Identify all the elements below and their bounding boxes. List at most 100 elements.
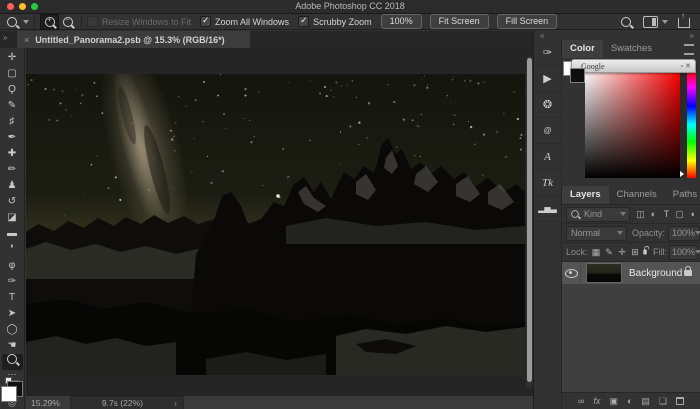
hue-slider-marker[interactable]	[680, 171, 684, 177]
layer-visibility-cell[interactable]	[562, 262, 581, 284]
fill-screen-button[interactable]: Fill Screen	[497, 14, 558, 29]
layers-panel: Layers Channels Paths Kind ◫ ◐ T ▢ ◖	[562, 186, 700, 409]
fill-dropdown[interactable]: 100%	[669, 245, 698, 260]
filter-pixel-layers-icon[interactable]: ◫	[634, 209, 647, 220]
new-layer-icon[interactable]: ❏	[659, 396, 667, 407]
history-brush-tool[interactable]: ↺	[2, 194, 23, 210]
eraser-tool[interactable]: ◪	[2, 210, 23, 226]
layers-panel-footer: ∞ fx ▣ ◐ ▤ ❏	[562, 392, 700, 409]
search-icon[interactable]	[621, 17, 631, 27]
filter-adjustment-layers-icon[interactable]: ◐	[647, 209, 660, 219]
new-group-icon[interactable]: ▤	[641, 396, 650, 407]
resize-windows-checkbox[interactable]: Resize Windows to Fit	[87, 16, 191, 27]
vertical-scrollbar[interactable]	[526, 56, 533, 388]
move-tool[interactable]: ✛	[2, 50, 23, 66]
foreground-color-swatch[interactable]	[1, 386, 17, 402]
hue-slider[interactable]	[687, 71, 696, 178]
zoom-100-button[interactable]: 100%	[381, 14, 422, 29]
filter-smart-objects-icon[interactable]: ◖	[686, 209, 699, 219]
filter-type-layers-icon[interactable]: T	[660, 209, 673, 219]
status-chevron-icon[interactable]: ›	[174, 398, 177, 408]
tab-color[interactable]: Color	[562, 40, 603, 58]
lock-position-icon[interactable]: ✛	[616, 247, 629, 258]
zoom-tool[interactable]	[2, 354, 23, 370]
status-zoom-level[interactable]: 15.29%	[31, 398, 60, 408]
spot-healing-brush-tool[interactable]: ✚	[2, 146, 23, 162]
status-info-field[interactable]: 9.7s (22%) ›	[70, 396, 184, 409]
path-selection-tool[interactable]: ➤	[2, 306, 23, 322]
dodge-tool[interactable]: φ	[2, 258, 23, 274]
canvas-area[interactable]	[26, 48, 533, 395]
document-image[interactable]	[26, 74, 525, 375]
filter-shape-layers-icon[interactable]: ▢	[673, 209, 686, 220]
collapse-panels-icon[interactable]: »	[690, 31, 694, 40]
lasso-tool[interactable]: Ϙ	[2, 82, 23, 98]
tools-panel: ✛ ▢ Ϙ ✎ ♯ ✒ ✚ ✏ ♟ ↺ ◪ ▬ ❜ φ ✑ T ➤ ◯ ☚ ⋯ …	[0, 48, 25, 409]
histogram-panel-icon[interactable]: ▂▅▃	[534, 196, 561, 222]
window-title: Adobe Photoshop CC 2018	[0, 0, 700, 13]
document-tab[interactable]: × Untitled_Panorama2.psb @ 15.3% (RGB/16…	[17, 31, 250, 48]
rectangular-marquee-tool[interactable]: ▢	[2, 66, 23, 82]
crop-tool[interactable]: ♯	[2, 114, 23, 130]
toolbar-collapse-icon[interactable]: »	[3, 33, 7, 42]
foreground-background-swatches[interactable]	[1, 386, 23, 397]
tab-paths[interactable]: Paths	[665, 186, 700, 204]
close-tab-icon[interactable]: ×	[24, 35, 29, 45]
delete-layer-icon[interactable]	[676, 397, 684, 405]
opacity-dropdown[interactable]: 100%	[668, 226, 700, 241]
fit-screen-button[interactable]: Fit Screen	[430, 14, 489, 29]
zoom-in-button[interactable]: +	[40, 14, 59, 30]
close-window-icon[interactable]: ✕	[685, 62, 691, 70]
character-styles-panel-icon[interactable]: @	[534, 118, 561, 144]
zoom-out-button[interactable]: −	[59, 15, 76, 29]
layers-list-empty-area[interactable]	[562, 284, 700, 392]
link-layers-icon[interactable]: ∞	[578, 396, 584, 406]
hand-tool[interactable]: ☚	[2, 338, 23, 354]
gradient-tool[interactable]: ▬	[2, 226, 23, 242]
collapse-icon-column-icon[interactable]: «	[540, 31, 544, 40]
type-tool[interactable]: T	[2, 290, 23, 306]
glyphs-panel-icon[interactable]: A	[534, 144, 561, 170]
zoom-tool-icon[interactable]	[7, 17, 17, 27]
eye-icon[interactable]	[565, 269, 578, 278]
eyedropper-tool[interactable]: ✒	[2, 130, 23, 146]
google-floating-window[interactable]: Google ▫ ✕	[571, 59, 696, 73]
zoom-all-windows-checkbox[interactable]: Zoom All Windows	[200, 16, 289, 27]
blend-mode-dropdown[interactable]: Normal	[566, 226, 627, 241]
actions-panel-icon[interactable]: ▶	[534, 66, 561, 92]
typekit-panel-icon[interactable]: Tk	[534, 170, 561, 196]
restore-window-icon[interactable]: ▫	[681, 63, 683, 70]
pen-tool[interactable]: ✑	[2, 274, 23, 290]
add-layer-mask-icon[interactable]: ▣	[609, 396, 618, 407]
color-saturation-field[interactable]	[585, 71, 680, 178]
lock-all-icon[interactable]	[643, 249, 647, 254]
brush-tool[interactable]: ✏	[2, 162, 23, 178]
ellipse-tool[interactable]: ◯	[2, 322, 23, 338]
layer-thumbnail[interactable]	[586, 263, 622, 283]
dock-header: « »	[534, 31, 700, 40]
layer-name[interactable]: Background	[629, 268, 682, 279]
color-background-swatch[interactable]	[570, 68, 585, 83]
filter-kind-dropdown[interactable]: Kind	[566, 207, 630, 222]
adjustments-panel-icon[interactable]: ❂	[534, 92, 561, 118]
new-adjustment-layer-icon[interactable]: ◐	[627, 396, 632, 406]
scrubby-zoom-checkbox[interactable]: Scrubby Zoom	[298, 16, 372, 27]
tool-preset-chevron-icon[interactable]	[23, 20, 29, 24]
quick-selection-tool[interactable]: ✎	[2, 98, 23, 114]
panel-menu-icon[interactable]	[684, 44, 694, 55]
blur-tool[interactable]: ❜	[2, 242, 23, 258]
layer-style-icon[interactable]: fx	[593, 396, 600, 406]
tab-swatches[interactable]: Swatches	[603, 40, 660, 58]
tab-layers[interactable]: Layers	[562, 186, 609, 204]
clone-stamp-tool[interactable]: ♟	[2, 178, 23, 194]
workspace-chevron-icon[interactable]	[662, 20, 668, 24]
lock-transparency-icon[interactable]: ▦	[590, 247, 603, 258]
tab-channels[interactable]: Channels	[609, 186, 665, 204]
brush-settings-panel-icon[interactable]: ✑	[534, 40, 561, 66]
lock-pixels-icon[interactable]: ✎	[603, 247, 616, 258]
layer-row-background[interactable]: Background	[562, 262, 700, 284]
workspace-icon[interactable]	[643, 16, 658, 28]
lock-artboard-icon[interactable]: ⊞	[629, 247, 642, 258]
share-icon[interactable]	[678, 18, 690, 28]
scrollbar-thumb[interactable]	[527, 58, 532, 382]
